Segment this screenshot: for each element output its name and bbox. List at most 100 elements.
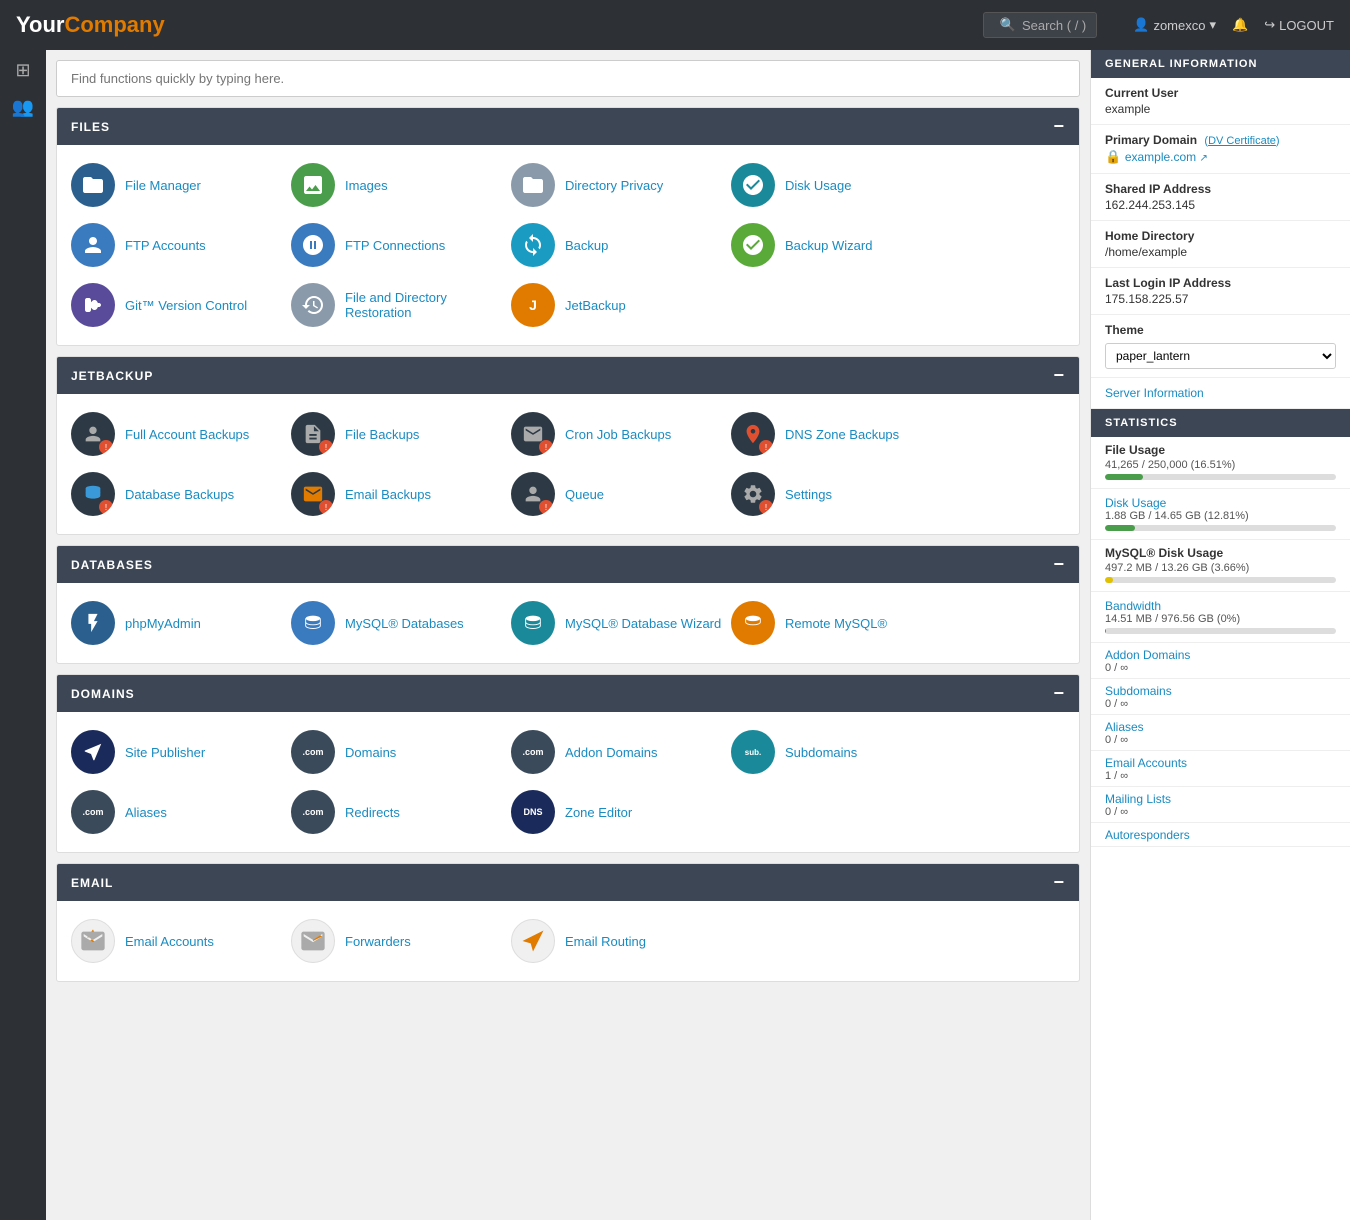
- queue-icon: !: [511, 472, 555, 516]
- domains-link[interactable]: Domains: [345, 745, 396, 760]
- list-item[interactable]: Email Accounts: [71, 919, 291, 963]
- list-item[interactable]: ! DNS Zone Backups: [731, 412, 951, 456]
- addon-domains-link[interactable]: Addon Domains: [565, 745, 658, 760]
- jetbackup-collapse-button[interactable]: −: [1053, 365, 1065, 386]
- search-button[interactable]: 🔍 Search ( / ): [983, 12, 1097, 38]
- images-link[interactable]: Images: [345, 178, 388, 193]
- list-item[interactable]: ! File Backups: [291, 412, 511, 456]
- full-account-backups-link[interactable]: Full Account Backups: [125, 427, 249, 442]
- remote-mysql-link[interactable]: Remote MySQL®: [785, 616, 887, 631]
- addon-domains-stats-link[interactable]: Addon Domains: [1105, 648, 1190, 662]
- files-section-body: File Manager Images Directory Privacy: [57, 145, 1079, 345]
- list-item[interactable]: ! Settings: [731, 472, 951, 516]
- list-item[interactable]: Forwarders: [291, 919, 511, 963]
- bandwidth-link[interactable]: Bandwidth: [1105, 599, 1161, 613]
- file-directory-restoration-link[interactable]: File and Directory Restoration: [345, 290, 511, 320]
- databases-collapse-button[interactable]: −: [1053, 554, 1065, 575]
- list-item[interactable]: Remote MySQL®: [731, 601, 951, 645]
- notifications-button[interactable]: 🔔: [1232, 17, 1248, 33]
- quick-search-input[interactable]: [56, 60, 1080, 97]
- zone-editor-link[interactable]: Zone Editor: [565, 805, 632, 820]
- theme-select[interactable]: paper_lantern: [1105, 343, 1336, 369]
- list-item[interactable]: ! Cron Job Backups: [511, 412, 731, 456]
- subdomains-link[interactable]: Subdomains: [785, 745, 857, 760]
- domain-link[interactable]: example.com ↗: [1125, 150, 1208, 164]
- jetbackup-settings-link[interactable]: Settings: [785, 487, 832, 502]
- aliases-link[interactable]: Aliases: [125, 805, 167, 820]
- phpmyadmin-link[interactable]: phpMyAdmin: [125, 616, 201, 631]
- ftp-connections-link[interactable]: FTP Connections: [345, 238, 445, 253]
- server-info-link[interactable]: Server Information: [1105, 386, 1336, 400]
- list-item[interactable]: File and Directory Restoration: [291, 283, 511, 327]
- list-item[interactable]: Site Publisher: [71, 730, 291, 774]
- badge: !: [539, 440, 553, 454]
- disk-usage-link[interactable]: Disk Usage: [1105, 496, 1166, 510]
- list-item[interactable]: File Manager: [71, 163, 291, 207]
- list-item[interactable]: ! Full Account Backups: [71, 412, 291, 456]
- list-item[interactable]: J JetBackup: [511, 283, 731, 327]
- file-manager-link[interactable]: File Manager: [125, 178, 201, 193]
- list-item[interactable]: .com Redirects: [291, 790, 511, 834]
- list-item[interactable]: ! Database Backups: [71, 472, 291, 516]
- site-publisher-link[interactable]: Site Publisher: [125, 745, 205, 760]
- queue-link[interactable]: Queue: [565, 487, 604, 502]
- list-item[interactable]: FTP Accounts: [71, 223, 291, 267]
- mysql-disk-progress: [1105, 577, 1336, 583]
- email-accounts-link[interactable]: Email Accounts: [125, 934, 214, 949]
- list-item[interactable]: MySQL® Database Wizard: [511, 601, 731, 645]
- email-backups-link[interactable]: Email Backups: [345, 487, 431, 502]
- top-nav: YourCompany 🔍 Search ( / ) 👤 zomexco ▾ 🔔…: [0, 0, 1350, 50]
- dns-zone-backups-link[interactable]: DNS Zone Backups: [785, 427, 899, 442]
- list-item[interactable]: Disk Usage: [731, 163, 951, 207]
- email-accounts-stats-link[interactable]: Email Accounts: [1105, 756, 1187, 770]
- list-item[interactable]: MySQL® Databases: [291, 601, 511, 645]
- list-item[interactable]: Images: [291, 163, 511, 207]
- cron-job-backups-link[interactable]: Cron Job Backups: [565, 427, 671, 442]
- domains-collapse-button[interactable]: −: [1053, 683, 1065, 704]
- list-item[interactable]: DNS Zone Editor: [511, 790, 731, 834]
- list-item[interactable]: Backup Wizard: [731, 223, 951, 267]
- list-item[interactable]: Directory Privacy: [511, 163, 731, 207]
- mailing-lists-stats-link[interactable]: Mailing Lists: [1105, 792, 1171, 806]
- user-menu[interactable]: 👤 zomexco ▾: [1133, 17, 1216, 33]
- directory-privacy-link[interactable]: Directory Privacy: [565, 178, 663, 193]
- sidebar-users-icon[interactable]: 👥: [12, 97, 34, 118]
- domains-icon: .com: [291, 730, 335, 774]
- dv-cert-label[interactable]: DV Certificate: [1208, 135, 1276, 147]
- file-manager-icon: [71, 163, 115, 207]
- search-label: Search ( / ): [1022, 18, 1086, 33]
- list-item[interactable]: Email Routing: [511, 919, 731, 963]
- aliases-stats-link[interactable]: Aliases: [1105, 720, 1144, 734]
- subdomains-stats-link[interactable]: Subdomains: [1105, 684, 1172, 698]
- ftp-accounts-link[interactable]: FTP Accounts: [125, 238, 206, 253]
- list-item[interactable]: phpMyAdmin: [71, 601, 291, 645]
- email-collapse-button[interactable]: −: [1053, 872, 1065, 893]
- mysql-database-wizard-link[interactable]: MySQL® Database Wizard: [565, 616, 721, 631]
- zone-editor-icon: DNS: [511, 790, 555, 834]
- mysql-databases-link[interactable]: MySQL® Databases: [345, 616, 464, 631]
- backup-link[interactable]: Backup: [565, 238, 608, 253]
- list-item[interactable]: ! Queue: [511, 472, 731, 516]
- list-item[interactable]: Backup: [511, 223, 731, 267]
- jetbackup-link[interactable]: JetBackup: [565, 298, 626, 313]
- autoresponders-stats-link[interactable]: Autoresponders: [1105, 828, 1190, 842]
- redirects-link[interactable]: Redirects: [345, 805, 400, 820]
- backup-wizard-link[interactable]: Backup Wizard: [785, 238, 872, 253]
- email-routing-link[interactable]: Email Routing: [565, 934, 646, 949]
- list-item[interactable]: ! Email Backups: [291, 472, 511, 516]
- forwarders-link[interactable]: Forwarders: [345, 934, 411, 949]
- list-item[interactable]: .com Domains: [291, 730, 511, 774]
- list-item[interactable]: .com Addon Domains: [511, 730, 731, 774]
- list-item[interactable]: .com Aliases: [71, 790, 291, 834]
- list-item[interactable]: Git™ Version Control: [71, 283, 291, 327]
- git-version-control-link[interactable]: Git™ Version Control: [125, 298, 247, 313]
- disk-usage-link[interactable]: Disk Usage: [785, 178, 851, 193]
- file-backups-link[interactable]: File Backups: [345, 427, 419, 442]
- files-collapse-button[interactable]: −: [1053, 116, 1065, 137]
- last-login-label: Last Login IP Address: [1105, 276, 1336, 290]
- list-item[interactable]: FTP Connections: [291, 223, 511, 267]
- database-backups-link[interactable]: Database Backups: [125, 487, 234, 502]
- sidebar-grid-icon[interactable]: ⊞: [15, 60, 30, 81]
- list-item[interactable]: sub. Subdomains: [731, 730, 951, 774]
- logout-button[interactable]: ↪ LOGOUT: [1264, 17, 1334, 33]
